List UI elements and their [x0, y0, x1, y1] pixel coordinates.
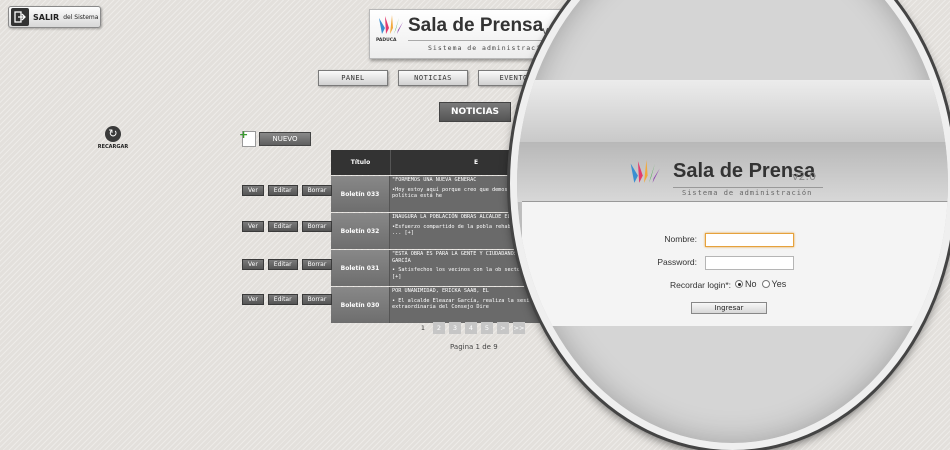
edit-button[interactable]: Editar — [267, 294, 298, 305]
section-title: NOTICIAS — [439, 102, 511, 122]
login-submit-button[interactable]: Ingresar — [691, 302, 767, 314]
exit-label: SALIR — [33, 12, 60, 22]
page-1[interactable]: 1 — [417, 322, 429, 334]
edit-button[interactable]: Editar — [267, 221, 298, 232]
paduca-logo-icon — [627, 158, 661, 192]
password-label: Password: — [657, 257, 697, 267]
remember-options: No Yes — [735, 279, 786, 289]
row-body: • El alcalde Eleazar García, realiza la … — [392, 297, 536, 311]
view-button[interactable]: Ver — [242, 185, 264, 196]
exit-sublabel: del Sistema — [63, 13, 99, 21]
row-title: Boletín 031 — [331, 250, 390, 286]
exit-system-button[interactable]: SALIR del Sistema — [8, 6, 101, 28]
magnifier-strip — [517, 80, 948, 142]
exit-icon — [11, 8, 29, 26]
name-input[interactable] — [705, 233, 794, 247]
login-subtitle: Sistema de administración — [682, 189, 813, 197]
password-input[interactable] — [705, 256, 794, 270]
login-version: v2.0 — [792, 170, 817, 183]
reload-label: RECARGAR — [97, 144, 129, 150]
delete-button[interactable]: Borrar — [301, 259, 333, 270]
login-divider — [673, 187, 823, 188]
row-title: Boletín 032 — [331, 213, 390, 249]
brand-text: PADUCA — [376, 38, 397, 43]
delete-button[interactable]: Borrar — [301, 294, 333, 305]
remember-no-radio[interactable] — [735, 280, 743, 288]
edit-button[interactable]: Editar — [267, 259, 298, 270]
view-button[interactable]: Ver — [242, 294, 264, 305]
page-2[interactable]: 2 — [433, 322, 445, 334]
paduca-logo-icon — [376, 14, 404, 40]
row-actions: Ver Editar Borrar — [242, 294, 333, 305]
page-next[interactable]: > — [497, 322, 509, 334]
delete-button[interactable]: Borrar — [301, 185, 333, 196]
new-document-icon: + — [239, 128, 256, 147]
name-label: Nombre: — [664, 234, 697, 244]
new-label: NUEVO — [259, 132, 311, 146]
row-actions: Ver Editar Borrar — [242, 185, 333, 196]
row-title: Boletín 033 — [331, 176, 390, 212]
reload-icon: ↻ — [105, 126, 121, 142]
remember-no-label: No — [745, 279, 757, 289]
delete-button[interactable]: Borrar — [301, 221, 333, 232]
row-actions: Ver Editar Borrar — [242, 221, 333, 232]
view-button[interactable]: Ver — [242, 221, 264, 232]
row-title: Boletín 030 — [331, 287, 390, 323]
edit-button[interactable]: Editar — [267, 185, 298, 196]
reload-button[interactable]: ↻ RECARGAR — [97, 126, 129, 150]
nav-panel[interactable]: PANEL — [318, 70, 388, 86]
page-4[interactable]: 4 — [465, 322, 477, 334]
remember-yes-label: Yes — [771, 279, 787, 289]
magnifier-overlay: Sala de Prensa v2.0 Sistema de administr… — [510, 0, 950, 450]
remember-label: Recordar login*: — [670, 280, 731, 290]
page-5[interactable]: 5 — [481, 322, 493, 334]
pagination: 1 2 3 4 5 > >> — [417, 322, 525, 334]
page-3[interactable]: 3 — [449, 322, 461, 334]
row-actions: Ver Editar Borrar — [242, 259, 333, 270]
remember-yes-radio[interactable] — [761, 280, 770, 288]
nav-noticias[interactable]: NOTICIAS — [398, 70, 468, 86]
header-title: Título — [331, 150, 390, 175]
new-news-button[interactable]: + NUEVO — [239, 128, 311, 147]
login-panel: Sala de Prensa v2.0 Sistema de administr… — [517, 0, 948, 443]
view-button[interactable]: Ver — [242, 259, 264, 270]
page-info: Pagina 1 de 9 — [450, 343, 498, 351]
